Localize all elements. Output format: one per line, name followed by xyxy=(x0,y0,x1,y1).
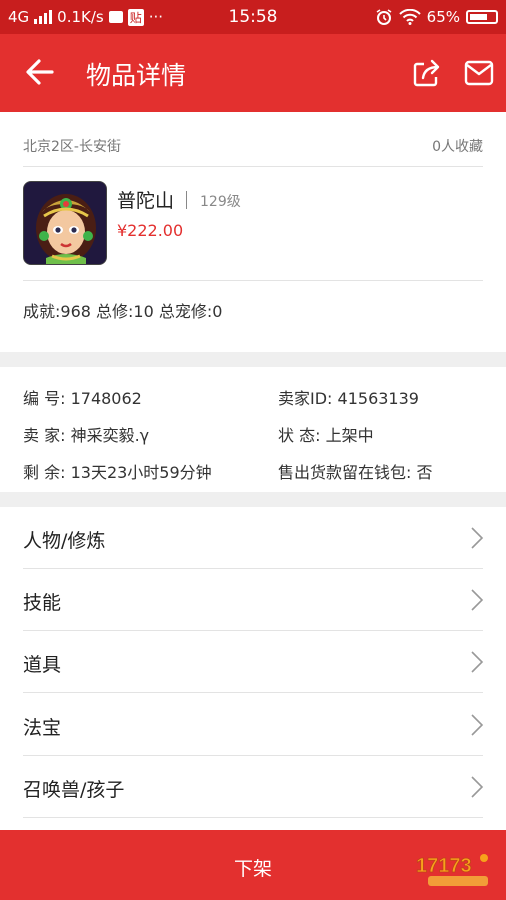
item-number: 编 号: 1748062 xyxy=(23,385,142,409)
divider xyxy=(23,280,483,281)
list-item-treasures[interactable]: 法宝 xyxy=(0,694,506,756)
item-summary-card: 北京2区-长安街 0人收藏 普陀山 129级 ¥222.00 成就:968 总修… xyxy=(0,112,506,352)
chevron-right-icon xyxy=(471,527,484,549)
character-level: 129级 xyxy=(200,194,241,210)
app-badge: 贴 xyxy=(127,8,144,26)
back-arrow-icon[interactable] xyxy=(24,54,56,90)
wifi-icon xyxy=(398,9,421,25)
item-number-label: 编 号: xyxy=(23,389,66,408)
item-number-value: 1748062 xyxy=(70,389,142,408)
list-item-label: 法宝 xyxy=(23,717,62,739)
status-bar: 4G 0.1K/s 贴 ··· 15:58 65% xyxy=(0,0,506,34)
divider xyxy=(23,166,483,167)
signal-icon xyxy=(34,10,53,24)
trade-details-card: 编 号: 1748062 卖家ID: 41563139 卖 家: 神采奕毅.γ … xyxy=(0,367,506,492)
svg-text:17173: 17173 xyxy=(416,855,472,877)
seller-name-value: 神采奕毅.γ xyxy=(70,426,150,445)
network-type: 4G xyxy=(8,8,30,26)
list-item-label: 道具 xyxy=(23,654,62,676)
listing-status-value: 上架中 xyxy=(325,426,374,445)
chevron-right-icon xyxy=(471,589,484,611)
divider xyxy=(23,692,483,693)
delist-button[interactable]: 下架 17173 xyxy=(0,830,506,900)
seller-id: 卖家ID: 41563139 xyxy=(278,385,419,409)
listing-status: 状 态: 上架中 xyxy=(278,422,374,446)
character-avatar xyxy=(23,181,107,265)
chevron-right-icon xyxy=(471,776,484,798)
name-level-separator xyxy=(186,191,187,209)
alarm-icon xyxy=(376,9,392,25)
chevron-right-icon xyxy=(471,651,484,673)
server-location: 北京2区-长安街 xyxy=(23,139,121,155)
seller-id-value: 41563139 xyxy=(337,389,419,408)
seller-name-label: 卖 家: xyxy=(23,426,66,445)
time-remaining-label: 剩 余: xyxy=(23,463,66,482)
site-watermark-logo: 17173 xyxy=(416,854,488,886)
notification-icon xyxy=(108,11,123,23)
divider xyxy=(23,817,483,818)
list-item-label: 人物/修炼 xyxy=(23,530,106,552)
list-item-character[interactable]: 人物/修炼 xyxy=(0,507,506,569)
network-speed: 0.1K/s xyxy=(57,8,104,26)
item-price: ¥222.00 xyxy=(117,221,184,240)
favorites-count[interactable]: 0人收藏 xyxy=(432,136,483,156)
share-icon[interactable] xyxy=(412,58,442,88)
seller-id-label: 卖家ID: xyxy=(278,389,333,408)
list-item-label: 召唤兽/孩子 xyxy=(23,779,125,801)
list-item-items[interactable]: 道具 xyxy=(0,631,506,693)
detail-category-list: 人物/修炼 技能 道具 法宝 召唤兽/孩子 xyxy=(0,507,506,830)
chevron-right-icon xyxy=(471,714,484,736)
list-item-skills[interactable]: 技能 xyxy=(0,569,506,631)
character-school: 普陀山 xyxy=(117,190,175,212)
listing-status-label: 状 态: xyxy=(278,426,321,445)
wallet-setting: 售出货款留在钱包: 否 xyxy=(278,459,433,483)
mail-icon[interactable] xyxy=(464,60,494,86)
list-item-label: 技能 xyxy=(23,592,62,614)
list-item-pets[interactable]: 召唤兽/孩子 xyxy=(0,756,506,818)
seller-name: 卖 家: 神采奕毅.γ xyxy=(23,422,149,446)
battery-icon xyxy=(466,10,498,24)
app-header: 物品详情 xyxy=(0,34,506,112)
wallet-setting-value: 否 xyxy=(416,463,433,482)
wallet-setting-label: 售出货款留在钱包: xyxy=(278,463,412,482)
battery-percent: 65% xyxy=(426,8,460,26)
page-title: 物品详情 xyxy=(86,61,187,90)
achievement-stats: 成就:968 总修:10 总宠修:0 xyxy=(23,302,223,321)
more-dots: ··· xyxy=(148,8,164,26)
time-remaining: 剩 余: 13天23小时59分钟 xyxy=(23,459,212,483)
time-remaining-value: 13天23小时59分钟 xyxy=(70,463,212,482)
